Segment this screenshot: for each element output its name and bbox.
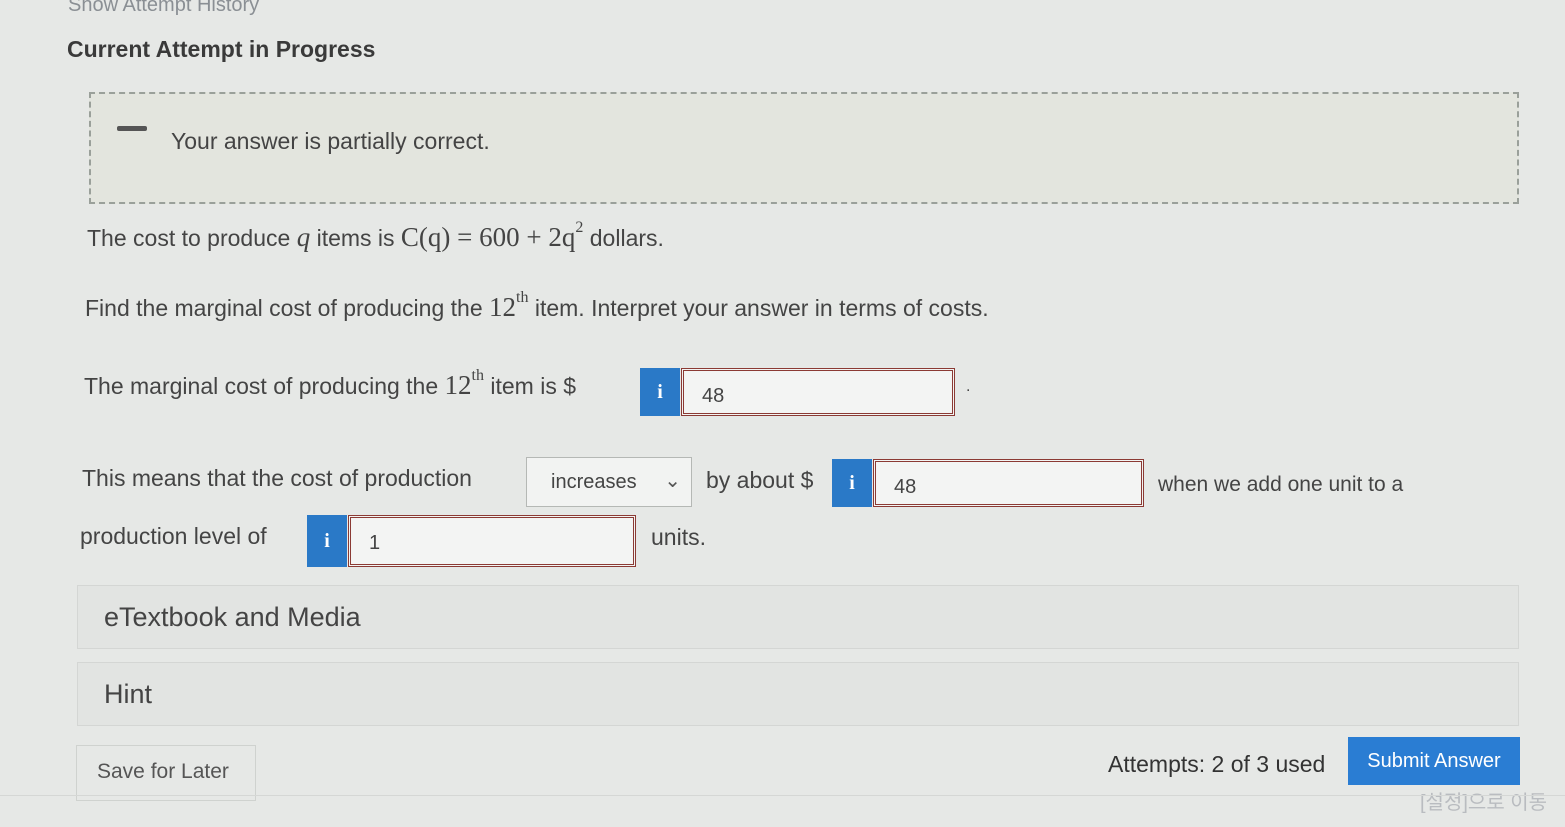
text: The cost to produce xyxy=(87,225,291,251)
info-icon[interactable]: i xyxy=(832,459,872,507)
text: dollars. xyxy=(589,225,664,251)
etextbook-panel[interactable]: eTextbook and Media xyxy=(77,585,1519,649)
production-level-input[interactable]: 1 xyxy=(348,515,636,567)
cost-function: C(q) = 600 + 2q2 xyxy=(400,219,584,252)
show-attempt-history-link[interactable]: Show Attempt History xyxy=(68,0,259,17)
chevron-down-icon: ⌄ xyxy=(664,470,681,492)
question-line-4-mid: by about $ xyxy=(706,467,814,493)
feedback-box: Your answer is partially correct. xyxy=(89,92,1519,204)
feedback-message: Your answer is partially correct. xyxy=(171,128,490,154)
text: item is $ xyxy=(490,373,577,399)
divider xyxy=(0,795,1565,796)
question-line-5-post: units. xyxy=(651,524,706,550)
period: . xyxy=(966,378,971,395)
question-line-3: The marginal cost of producing the 12th … xyxy=(84,367,577,401)
ordinal-12: 12th xyxy=(444,367,484,400)
partial-dash-icon xyxy=(117,126,147,131)
direction-dropdown[interactable]: increases ⌄ xyxy=(526,457,692,507)
increase-amount-input[interactable]: 48 xyxy=(873,459,1144,507)
attempts-counter: Attempts: 2 of 3 used xyxy=(1108,751,1326,777)
question-line-5-pre: production level of xyxy=(80,523,267,549)
info-icon[interactable]: i xyxy=(307,515,347,567)
question-line-1: The cost to produce q items is C(q) = 60… xyxy=(87,219,664,253)
korean-nav-text: [설정]으로 이동 xyxy=(1420,792,1548,814)
text: item. Interpret your answer in terms of … xyxy=(534,295,989,321)
submit-answer-button[interactable]: Submit Answer xyxy=(1348,737,1520,785)
ordinal-12: 12th xyxy=(489,289,529,322)
question-line-2: Find the marginal cost of producing the … xyxy=(85,289,989,323)
hint-panel[interactable]: Hint xyxy=(77,662,1519,726)
info-icon[interactable]: i xyxy=(640,368,680,416)
attempt-title: Current Attempt in Progress xyxy=(67,36,376,62)
text: items is xyxy=(316,225,395,251)
text: Find the marginal cost of producing the xyxy=(85,295,483,321)
marginal-cost-input[interactable]: 48 xyxy=(681,368,955,416)
math-var-q: q xyxy=(296,222,311,252)
text: The marginal cost of producing the xyxy=(84,373,439,399)
question-line-4-pre: This means that the cost of production xyxy=(82,465,472,491)
question-line-4-post: when we add one unit to a xyxy=(1158,473,1404,496)
save-for-later-button[interactable]: Save for Later xyxy=(76,745,256,801)
dropdown-value: increases xyxy=(551,471,637,493)
